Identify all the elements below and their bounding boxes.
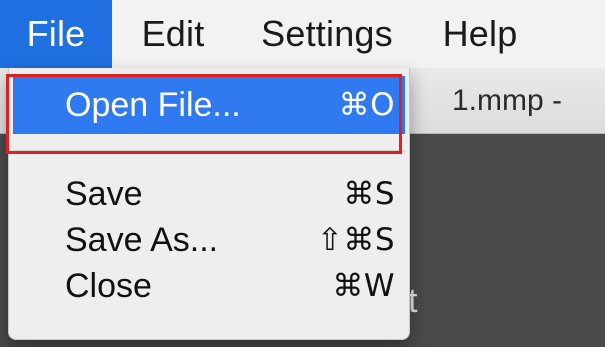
menu-edit[interactable]: Edit	[112, 0, 234, 68]
menu-item-label: Close	[65, 266, 152, 305]
menu-item-shortcut: ⌘O	[338, 87, 395, 123]
menu-item-save[interactable]: Save ⌘S	[13, 172, 405, 216]
menu-item-shortcut: ⌘W	[332, 268, 395, 304]
menu-help[interactable]: Help	[420, 0, 540, 68]
menu-item-close[interactable]: Close ⌘W	[13, 264, 405, 308]
menu-bar: File Edit Settings Help	[0, 0, 605, 68]
screen: 1.mmp - t File Edit Settings Help Open F…	[0, 0, 605, 347]
menu-item-label: Open File...	[65, 85, 241, 124]
file-menu-dropdown: Open File... ⌘O Save ⌘S Save As... ⇧⌘S C…	[8, 68, 410, 340]
menu-item-save-as[interactable]: Save As... ⇧⌘S	[13, 218, 405, 262]
menu-settings[interactable]: Settings	[234, 0, 420, 68]
menu-separator	[13, 150, 405, 152]
menu-item-label: Save As...	[65, 220, 219, 259]
menu-item-open-file[interactable]: Open File... ⌘O	[13, 76, 405, 134]
menu-item-shortcut: ⇧⌘S	[316, 222, 395, 258]
menu-item-shortcut: ⌘S	[343, 176, 395, 212]
menu-file[interactable]: File	[0, 0, 112, 68]
window-title: 1.mmp -	[452, 84, 563, 117]
menu-item-label: Save	[65, 174, 143, 213]
